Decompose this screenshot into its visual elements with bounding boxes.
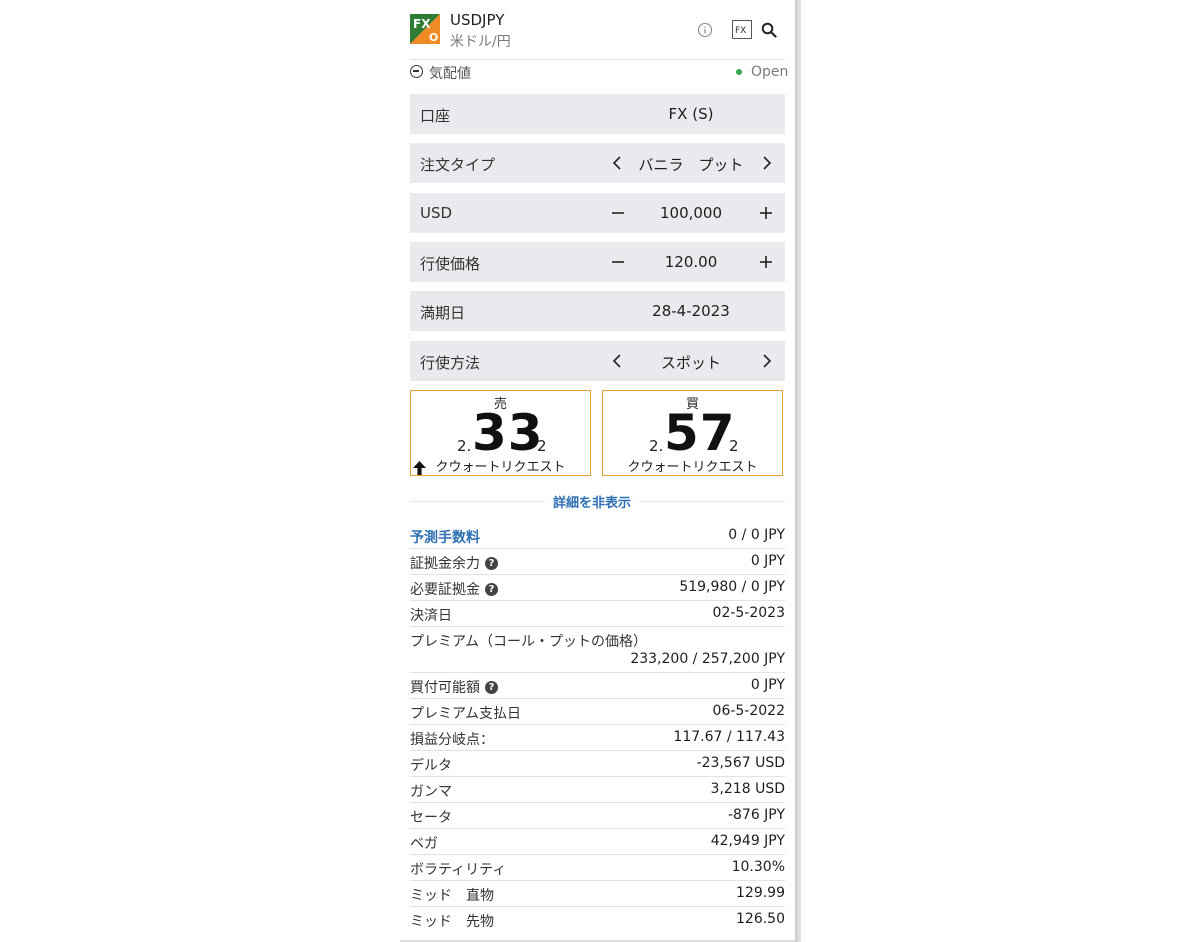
- amount-row: USD 100,000: [410, 193, 785, 233]
- logo-bottom-text: O: [429, 31, 438, 44]
- detail-value: 42,949 JPY: [710, 833, 785, 849]
- detail-row-breakeven: 損益分岐点： 117.67 / 117.43: [410, 725, 785, 751]
- detail-label: セータ: [410, 810, 452, 826]
- detail-row-volatility: ボラティリティ 10.30%: [410, 855, 785, 881]
- buy-price-prefix: 2.: [649, 437, 664, 455]
- search-icon[interactable]: [761, 22, 777, 38]
- sell-quote-button[interactable]: 売 2. 33 2 クウォートリクエスト: [410, 390, 591, 476]
- detail-row-estimated-fee: 予測手数料 0 / 0 JPY: [410, 523, 785, 549]
- fx-icon[interactable]: FX: [732, 20, 752, 39]
- detail-row-mid-forward: ミッド 先物 126.50: [410, 907, 785, 932]
- help-icon[interactable]: ?: [485, 582, 498, 596]
- instrument-symbol: USDJPY: [450, 11, 505, 29]
- detail-label-text: 買付可能額: [410, 680, 480, 696]
- detail-value: 3,218 USD: [710, 781, 785, 797]
- option-order-panel: FX O USDJPY 米ドル/円 FX 気配値 Open 口座 FX (S) …: [400, 0, 795, 942]
- instrument-header: FX O USDJPY 米ドル/円 FX: [410, 10, 785, 58]
- detail-row-premium: プレミアム（コール・プットの価格） 233,200 / 257,200 JPY: [410, 627, 785, 673]
- detail-label: 証拠金余力?: [410, 553, 498, 573]
- exercise-row: 行使方法 スポット: [410, 341, 785, 381]
- detail-label: 必要証拠金?: [410, 579, 498, 599]
- detail-row-settlement-date: 決済日 02-5-2023: [410, 601, 785, 627]
- plus-icon[interactable]: [754, 250, 778, 274]
- header-divider: [410, 59, 785, 60]
- detail-label: デルタ: [410, 758, 452, 774]
- detail-row-gamma: ガンマ 3,218 USD: [410, 777, 785, 803]
- detail-row-mid-spot: ミッド 直物 129.99: [410, 881, 785, 907]
- detail-label: ミッド 直物: [410, 888, 494, 904]
- detail-row-buying-power: 買付可能額? 0 JPY: [410, 673, 785, 699]
- detail-value: 126.50: [736, 911, 785, 927]
- detail-row-theta: セータ -876 JPY: [410, 803, 785, 829]
- exercise-label: 行使方法: [420, 354, 481, 372]
- detail-label: プレミアム支払日: [410, 706, 522, 722]
- quotes-label[interactable]: 気配値: [429, 63, 471, 83]
- detail-value: -876 JPY: [727, 807, 785, 823]
- hide-details-link[interactable]: 詳細を非表示: [545, 492, 640, 511]
- panel-scroll-edge: [795, 0, 801, 942]
- detail-label[interactable]: 予測手数料: [410, 527, 480, 547]
- account-value[interactable]: FX (S): [590, 105, 792, 123]
- order-type-label: 注文タイプ: [420, 156, 496, 174]
- detail-value: 129.99: [736, 885, 785, 901]
- detail-row-margin-available: 証拠金余力? 0 JPY: [410, 549, 785, 575]
- buy-price-big: 57: [664, 404, 736, 462]
- plus-icon[interactable]: [754, 201, 778, 225]
- status-dot-icon: [736, 69, 742, 75]
- expiry-label: 満期日: [420, 304, 466, 322]
- detail-value: 233,200 / 257,200 JPY: [630, 651, 785, 667]
- detail-value: 0 / 0 JPY: [728, 527, 785, 543]
- detail-row-premium-payment-date: プレミアム支払日 06-5-2022: [410, 699, 785, 725]
- detail-label: ミッド 先物: [410, 914, 494, 930]
- detail-label: 決済日: [410, 608, 452, 624]
- collapse-icon[interactable]: [410, 65, 423, 78]
- detail-label-text: 必要証拠金: [410, 582, 480, 598]
- detail-row-vega: ベガ 42,949 JPY: [410, 829, 785, 855]
- help-icon[interactable]: ?: [485, 680, 498, 694]
- detail-label-text: 証拠金余力: [410, 556, 480, 572]
- detail-value: 519,980 / 0 JPY: [679, 579, 785, 595]
- market-status: Open: [751, 64, 789, 80]
- detail-row-delta: デルタ -23,567 USD: [410, 751, 785, 777]
- strike-row: 行使価格 120.00: [410, 242, 785, 282]
- detail-label: ベガ: [410, 836, 438, 852]
- detail-row-required-margin: 必要証拠金? 519,980 / 0 JPY: [410, 575, 785, 601]
- detail-value: 10.30%: [731, 859, 785, 875]
- amount-label: USD: [420, 204, 453, 222]
- detail-value: 06-5-2022: [712, 703, 785, 719]
- sell-price-big: 33: [472, 404, 544, 462]
- logo-top-text: FX: [413, 17, 431, 31]
- buy-quote-request: クウォートリクエスト: [627, 460, 758, 475]
- detail-label: 買付可能額?: [410, 677, 498, 697]
- info-icon[interactable]: [697, 22, 713, 38]
- detail-label: プレミアム（コール・プットの価格）: [410, 634, 648, 650]
- detail-label: ボラティリティ: [410, 862, 507, 878]
- strike-label: 行使価格: [420, 255, 481, 273]
- expiry-date-input[interactable]: 28-4-2023: [590, 302, 792, 320]
- sell-price-suffix: 2: [537, 437, 547, 455]
- detail-value: 0 JPY: [750, 677, 785, 693]
- chevron-right-icon[interactable]: [754, 151, 778, 175]
- detail-value: -23,567 USD: [696, 755, 785, 771]
- expiry-row[interactable]: 満期日 28-4-2023: [410, 291, 785, 331]
- chevron-right-icon[interactable]: [754, 349, 778, 373]
- help-icon[interactable]: ?: [485, 556, 498, 570]
- detail-label: ガンマ: [410, 784, 452, 800]
- instrument-name: 米ドル/円: [450, 34, 511, 50]
- quotes-toggle-row[interactable]: 気配値 Open: [410, 63, 789, 85]
- detail-value: 0 JPY: [750, 553, 785, 569]
- order-type-row: 注文タイプ バニラ プット: [410, 143, 785, 183]
- arrow-up-icon: [413, 461, 426, 475]
- sell-price-prefix: 2.: [457, 437, 472, 455]
- buy-price-suffix: 2: [729, 437, 739, 455]
- buy-quote-button[interactable]: 買 2. 57 2 クウォートリクエスト: [602, 390, 783, 476]
- detail-label: 損益分岐点：: [410, 732, 494, 748]
- account-row[interactable]: 口座 FX (S): [410, 94, 785, 134]
- detail-value: 02-5-2023: [712, 605, 785, 621]
- fx-option-logo: FX O: [410, 14, 440, 44]
- detail-value: 117.67 / 117.43: [673, 729, 785, 745]
- fx-icon-text: FX: [735, 26, 746, 36]
- account-label: 口座: [420, 107, 451, 125]
- sell-quote-request: クウォートリクエスト: [435, 460, 566, 475]
